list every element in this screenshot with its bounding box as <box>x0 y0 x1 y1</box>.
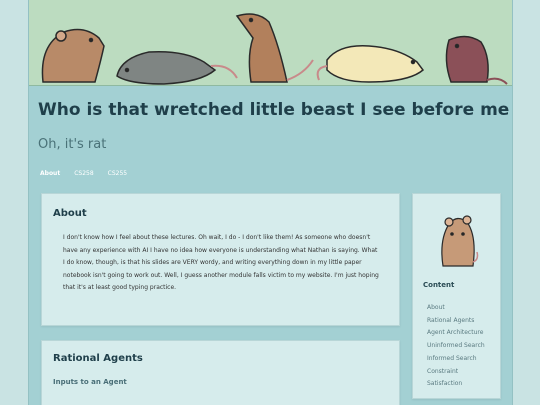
nav-item-about[interactable]: About <box>40 170 60 177</box>
nav-item-cs258[interactable]: CS258 <box>74 170 93 177</box>
sidebar-item-satisfaction[interactable]: Satisfaction <box>427 378 485 391</box>
about-card: About I don't know how I feel about thes… <box>41 193 400 326</box>
site-title: Who is that wretched little beast I see … <box>38 100 510 120</box>
sidebar-item-rational-agents[interactable]: Rational Agents <box>427 315 485 328</box>
rational-agents-card: Rational Agents Inputs to an Agent <box>41 340 400 405</box>
sidebar: Content About Rational Agents Agent Arch… <box>412 193 501 399</box>
sidebar-list: About Rational Agents Agent Architecture… <box>427 302 485 391</box>
rat-avatar-icon <box>441 215 479 267</box>
rat-banner-illustration <box>41 13 508 85</box>
about-heading: About <box>53 208 87 219</box>
sidebar-heading: Content <box>423 281 455 289</box>
rational-agents-heading: Rational Agents <box>53 353 143 364</box>
main-nav: About CS258 CS255 <box>40 170 127 177</box>
header-banner <box>29 0 512 86</box>
sidebar-item-about[interactable]: About <box>427 302 485 315</box>
nav-item-cs255[interactable]: CS255 <box>108 170 127 177</box>
sidebar-item-uninformed-search[interactable]: Uninformed Search <box>427 340 485 353</box>
site-subtitle: Oh, it's rat <box>38 137 107 152</box>
sidebar-item-agent-architecture[interactable]: Agent Architecture <box>427 327 485 340</box>
sidebar-item-constraint[interactable]: Constraint <box>427 366 485 379</box>
rational-agents-subheading: Inputs to an Agent <box>53 378 127 386</box>
about-text: I don't know how I feel about these lect… <box>63 234 379 292</box>
sidebar-item-informed-search[interactable]: Informed Search <box>427 353 485 366</box>
